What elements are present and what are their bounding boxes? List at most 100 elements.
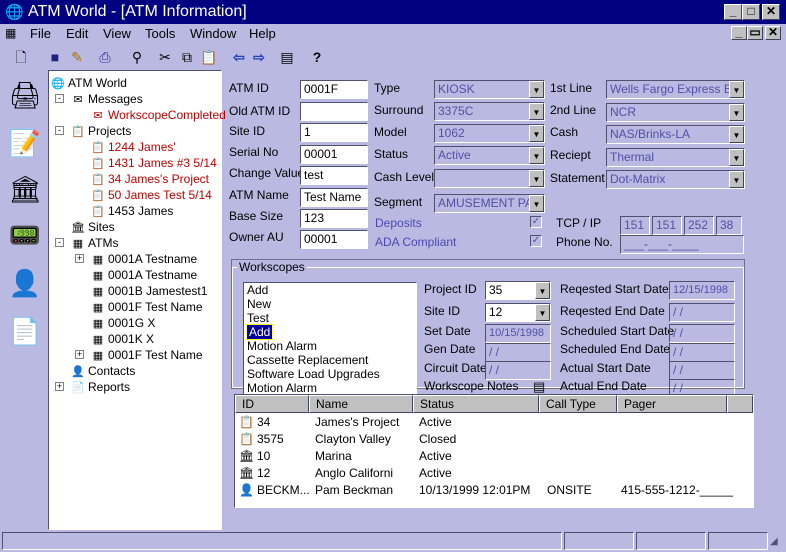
minimize-button[interactable]: _ <box>724 4 742 20</box>
chevron-down-icon[interactable]: ▼ <box>529 147 544 164</box>
chevron-down-icon[interactable]: ▼ <box>529 195 544 212</box>
menu-tools[interactable]: Tools <box>145 26 175 41</box>
cut-icon[interactable]: ✂ <box>154 46 176 68</box>
table-row[interactable]: 🏛 12 Anglo Californi Active <box>235 465 755 482</box>
list-item[interactable]: Software Load Upgrades <box>244 367 416 381</box>
chevron-down-icon[interactable]: ▼ <box>529 170 544 187</box>
chevron-down-icon[interactable]: ▼ <box>535 304 550 321</box>
change-value-field[interactable]: test <box>300 166 368 185</box>
ws-site-id-dropdown[interactable]: 12 ▼ <box>485 303 551 322</box>
tree-project-item[interactable]: 📋 1431 James #3 5/14 <box>91 155 217 171</box>
back-icon[interactable]: ⇦ <box>228 46 250 68</box>
document-icon[interactable]: 📄 <box>8 314 42 348</box>
new-icon[interactable]: 🗋 <box>10 46 32 68</box>
doc-restore-button[interactable]: ▭ <box>747 26 763 40</box>
contacts-icon[interactable]: 👤 <box>8 266 42 300</box>
list-item[interactable]: Test <box>244 311 416 325</box>
ip-octet-1[interactable]: 151 <box>620 216 650 235</box>
list-item[interactable]: Motion Alarm <box>244 339 416 353</box>
second-line-dropdown[interactable]: NCR ▼ <box>606 103 745 122</box>
first-line-dropdown[interactable]: Wells Fargo Express Ban ▼ <box>606 80 745 99</box>
chevron-down-icon[interactable]: ▼ <box>529 81 544 98</box>
chevron-down-icon[interactable]: ▼ <box>729 81 744 98</box>
resize-grip-icon[interactable]: ◢ <box>770 536 778 547</box>
tree-atm-item[interactable]: ▦ 0001F Test Name <box>91 347 203 363</box>
receipt-dropdown[interactable]: Thermal ▼ <box>606 148 745 167</box>
list-item[interactable]: Cassette Replacement <box>244 353 416 367</box>
tree-atm-item[interactable]: ▦ 0001A Testname <box>91 267 197 283</box>
collapse-icon[interactable]: - <box>55 94 64 103</box>
doc-close-button[interactable]: ✕ <box>765 26 781 40</box>
set-date-field[interactable]: 10/15/1998 <box>485 324 551 343</box>
col-header-call-type[interactable]: Call Type <box>539 395 617 413</box>
tree-message-item[interactable]: ✉ WorkscopeCompleted <box>91 107 225 123</box>
chevron-down-icon[interactable]: ▼ <box>529 125 544 142</box>
segment-dropdown[interactable]: AMUSEMENT PAF ▼ <box>434 194 545 213</box>
paste-icon[interactable]: 📋 <box>198 46 220 68</box>
tree-atm-item[interactable]: ▦ 0001G X <box>91 315 156 331</box>
table-row[interactable]: 📋 34 James's Project Active <box>235 414 755 431</box>
col-header-id[interactable]: ID <box>235 395 309 413</box>
menu-view[interactable]: View <box>103 26 131 41</box>
project-id-dropdown[interactable]: 35 ▼ <box>485 281 551 300</box>
edit-icon[interactable]: ✎ <box>66 46 88 68</box>
menu-file[interactable]: File <box>30 26 51 41</box>
statement-dropdown[interactable]: Dot-Matrix ▼ <box>606 170 745 189</box>
ip-octet-3[interactable]: 252 <box>684 216 714 235</box>
tree-project-item[interactable]: 📋 34 James's Project <box>91 171 209 187</box>
cash-dropdown[interactable]: NAS/Brinks-LA ▼ <box>606 125 745 144</box>
tree-projects[interactable]: 📋 Projects <box>71 123 131 139</box>
table-row[interactable]: 🏛 10 Marina Active <box>235 448 755 465</box>
sched-end-field[interactable]: / / <box>669 343 735 362</box>
tree-project-item[interactable]: 📋 50 James Test 5/14 <box>91 187 212 203</box>
doc-minimize-button[interactable]: _ <box>731 26 747 40</box>
copy-icon[interactable]: ⧉ <box>176 46 198 68</box>
forward-icon[interactable]: ⇨ <box>248 46 270 68</box>
col-header-name[interactable]: Name <box>309 395 413 413</box>
notes-icon[interactable]: ▤ <box>533 379 545 395</box>
menu-window[interactable]: Window <box>190 26 236 41</box>
close-button[interactable]: ✕ <box>762 4 780 20</box>
table-row[interactable]: 📋 3575 Clayton Valley Closed <box>235 431 755 448</box>
menu-edit[interactable]: Edit <box>66 26 88 41</box>
req-end-field[interactable]: / / <box>669 303 735 322</box>
list-item-selected[interactable]: Add <box>244 324 416 340</box>
tree-atm-item[interactable]: ▦ 0001A Testname <box>91 251 197 267</box>
find-icon[interactable]: ⚲ <box>126 46 148 68</box>
expand-icon[interactable]: + <box>75 350 84 359</box>
bank-icon[interactable]: 🏛 <box>8 172 42 206</box>
chevron-down-icon[interactable]: ▼ <box>729 104 744 121</box>
owner-au-field[interactable]: 00001 <box>300 230 368 249</box>
circuit-date-field[interactable]: / / <box>485 361 551 380</box>
list-item[interactable]: New <box>244 297 416 311</box>
chevron-down-icon[interactable]: ▼ <box>529 103 544 120</box>
notepad-icon[interactable]: 📝 <box>8 126 42 160</box>
workscopes-list[interactable]: Add New Test Add Motion Alarm Cassette R… <box>243 282 417 398</box>
tree-atm-item[interactable]: ▦ 0001F Test Name <box>91 299 203 315</box>
actual-start-field[interactable]: / / <box>669 361 735 380</box>
tree-project-item[interactable]: 📋 1453 James <box>91 203 173 219</box>
tree-contacts[interactable]: 👤 Contacts <box>71 363 135 379</box>
tree-atm-item[interactable]: ▦ 0001B Jamestest1 <box>91 283 208 299</box>
gen-date-field[interactable]: / / <box>485 343 551 362</box>
surround-dropdown[interactable]: 3375C ▼ <box>434 102 545 121</box>
serial-field[interactable]: 00001 <box>300 145 368 164</box>
phone-field[interactable]: ___-___-____ <box>620 235 744 254</box>
notes-icon[interactable]: ▤ <box>276 46 298 68</box>
req-start-field[interactable]: 12/15/1998 <box>669 281 735 300</box>
tree-atms[interactable]: ▦ ATMs <box>71 235 119 251</box>
chevron-down-icon[interactable]: ▼ <box>729 171 744 188</box>
list-item[interactable]: Motion Alarm <box>244 381 416 395</box>
chevron-down-icon[interactable]: ▼ <box>729 149 744 166</box>
save-icon[interactable]: ■ <box>44 46 66 68</box>
help-icon[interactable]: ? <box>306 46 328 68</box>
cash-level-dropdown[interactable]: ▼ <box>434 169 545 188</box>
atm-id-field[interactable]: 0001F <box>300 80 368 99</box>
ip-octet-4[interactable]: 38 <box>716 216 742 235</box>
tree-reports[interactable]: 📄 Reports <box>71 379 130 395</box>
model-dropdown[interactable]: 1062 ▼ <box>434 124 545 143</box>
collapse-icon[interactable]: - <box>55 238 64 247</box>
collapse-icon[interactable]: - <box>55 126 64 135</box>
atm-name-field[interactable]: Test Name <box>300 188 368 207</box>
ada-compliant-checkbox[interactable]: ✓ <box>530 235 542 247</box>
